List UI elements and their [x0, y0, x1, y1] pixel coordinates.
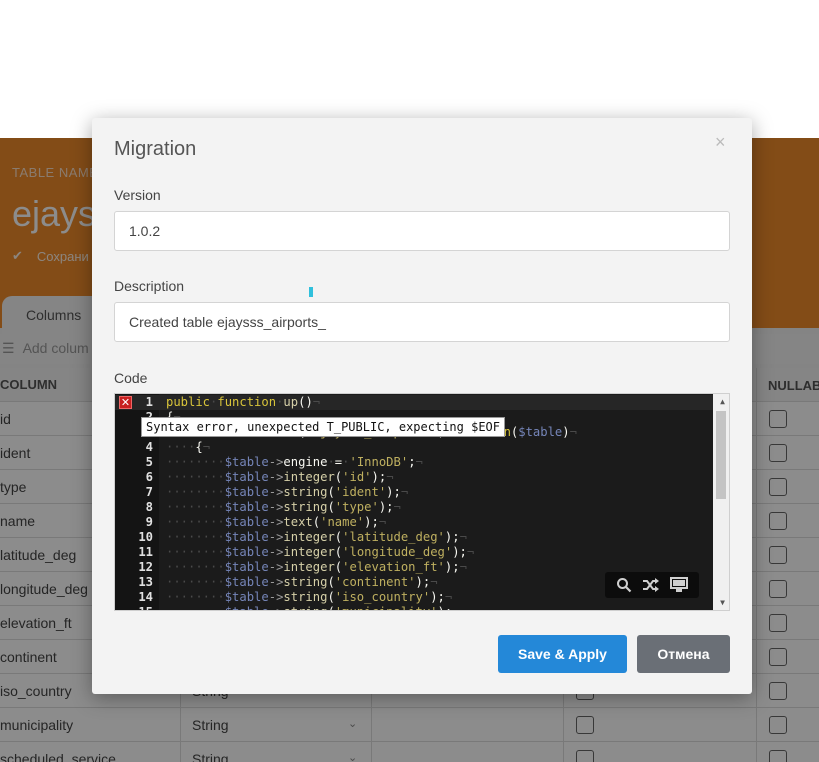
code-text[interactable]: ····{¬	[166, 440, 210, 455]
close-icon[interactable]: ×	[715, 132, 726, 153]
code-text[interactable]: ········$table->text('name');¬	[166, 515, 386, 530]
line-number: 13	[138, 575, 153, 589]
line-number: 14	[138, 590, 153, 604]
code-line[interactable]: 9 ········$table->text('name');¬	[115, 515, 713, 530]
line-number: 15	[137, 605, 153, 610]
code-text[interactable]: ········$table->string('ident');¬	[166, 485, 408, 500]
description-field[interactable]: Created table ejaysss_airports_	[114, 302, 730, 342]
code-text[interactable]: ········$table->string('municipality');¬	[166, 605, 460, 610]
code-text[interactable]: ········$table->engine·=·'InnoDB';¬	[166, 455, 423, 470]
error-icon[interactable]: ✕	[119, 396, 132, 409]
line-number: 12	[138, 560, 153, 574]
scroll-down-arrow-icon[interactable]: ▼	[720, 598, 725, 607]
line-number: 7	[145, 485, 153, 499]
monitor-icon[interactable]	[670, 577, 688, 593]
code-line[interactable]: 8 ········$table->string('type');¬	[115, 500, 713, 515]
code-line[interactable]: 5 ········$table->engine·=·'InnoDB';¬	[115, 455, 713, 470]
line-number: 1	[145, 395, 153, 409]
line-number: 10	[138, 530, 153, 544]
line-number: 5	[145, 455, 153, 469]
scrollbar-thumb[interactable]	[716, 411, 726, 499]
error-tooltip: Syntax error, unexpected T_PUBLIC, expec…	[141, 417, 506, 437]
search-icon[interactable]	[616, 577, 632, 593]
editor-tools	[605, 572, 699, 598]
migration-modal: Migration × Version 1.0.2 Description Cr…	[92, 118, 752, 694]
line-number: 4	[145, 440, 153, 454]
cancel-button[interactable]: Отмена	[637, 635, 730, 673]
code-text[interactable]: ········$table->integer('longitude_deg')…	[166, 545, 474, 560]
version-field[interactable]: 1.0.2	[114, 211, 730, 251]
code-editor[interactable]: 1public·function·up()¬2{¬3····Schema::cr…	[114, 393, 730, 611]
code-line[interactable]: 10 ········$table->integer('latitude_deg'…	[115, 530, 713, 545]
editor-scrollbar[interactable]: ▲ ▼	[713, 394, 729, 610]
code-text[interactable]: ········$table->string('iso_country');¬	[166, 590, 452, 605]
code-line[interactable]: 15 ········$table->string('municipality')…	[115, 605, 713, 610]
code-text[interactable]: ········$table->integer('id');¬	[166, 470, 394, 485]
drag-cursor-marker	[309, 287, 313, 297]
modal-title: Migration	[114, 138, 197, 160]
code-text[interactable]: ········$table->integer('latitude_deg');…	[166, 530, 467, 545]
code-text[interactable]: ········$table->string('continent');¬	[166, 575, 438, 590]
code-label: Code	[114, 370, 148, 386]
description-label: Description	[114, 278, 185, 294]
code-line[interactable]: 1 public·function·up()¬	[115, 395, 713, 410]
code-line[interactable]: 7 ········$table->string('ident');¬	[115, 485, 713, 500]
line-number: 8	[145, 500, 153, 514]
code-text[interactable]: ········$table->integer('elevation_ft');…	[166, 560, 467, 575]
code-text[interactable]: ········$table->string('type');¬	[166, 500, 401, 515]
line-number: 9	[145, 515, 153, 529]
scroll-up-arrow-icon[interactable]: ▲	[720, 397, 725, 406]
line-number: 11	[138, 545, 153, 559]
version-label: Version	[114, 187, 161, 203]
code-line[interactable]: 11 ········$table->integer('longitude_deg…	[115, 545, 713, 560]
code-line[interactable]: 6 ········$table->integer('id');¬	[115, 470, 713, 485]
code-line[interactable]: 4 ····{¬	[115, 440, 713, 455]
code-text[interactable]: public·function·up()¬	[166, 395, 320, 410]
line-number: 6	[145, 470, 153, 484]
shuffle-icon[interactable]	[642, 578, 660, 592]
save-apply-button[interactable]: Save & Apply	[498, 635, 627, 673]
